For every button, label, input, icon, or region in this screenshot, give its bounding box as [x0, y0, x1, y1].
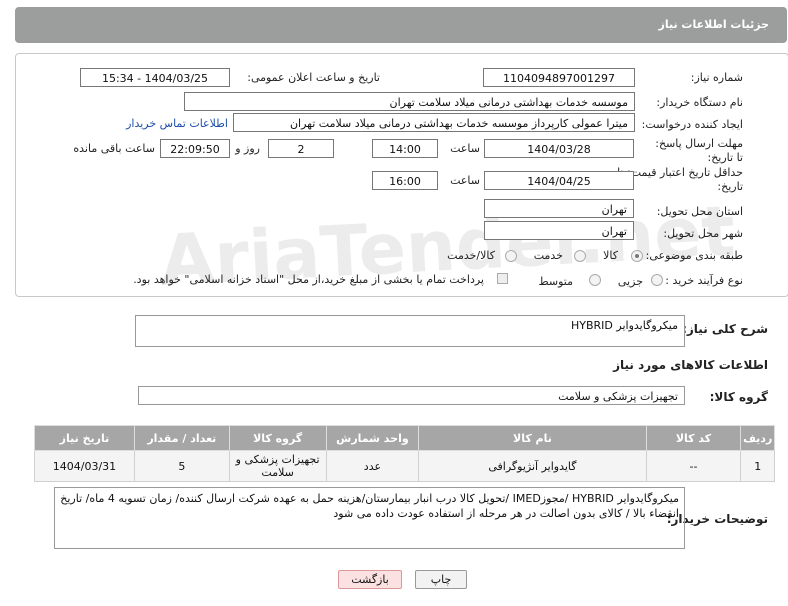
cell-group: تجهیزات پزشکی و سلامت — [228, 450, 327, 482]
goods-table: ردیف کد کالا نام کالا واحد شمارش گروه کا… — [34, 425, 775, 482]
back-button[interactable]: بازگشت — [338, 570, 402, 589]
treasury-payment-checkbox[interactable] — [497, 273, 508, 284]
need-number-field: 1104094897001297 — [483, 68, 635, 87]
page-title: جزئیات اطلاعات نیاز — [658, 18, 770, 31]
deadline-label: مهلت ارسال پاسخ: تا تاریخ: — [655, 137, 743, 164]
province-label: استان محل تحویل: — [656, 205, 743, 218]
table-row: 1 -- گایدوایر آنژیوگرافی عدد تجهیزات پزش… — [34, 450, 775, 482]
cell-name: گایدوایر آنژیوگرافی — [418, 450, 647, 482]
min-price-time-field: 16:00 — [372, 171, 438, 190]
cell-code: -- — [645, 450, 742, 482]
creator-label: ایجاد کننده درخواست: — [641, 118, 743, 131]
days-field: 2 — [268, 139, 334, 158]
announce-label: تاریخ و ساعت اعلان عمومی: — [247, 71, 380, 84]
announce-field: 1404/03/25 - 15:34 — [80, 68, 230, 87]
category-option-service: خدمت — [533, 249, 563, 262]
deadline-date-field: 1404/03/28 — [484, 139, 634, 158]
need-number-label: شماره نیاز: — [690, 71, 743, 84]
goods-group-label: گروه کالا: — [709, 390, 768, 404]
purchase-type-label: نوع فرآیند خرید : — [665, 274, 743, 287]
purchase-option-minor: جزیی — [617, 275, 643, 288]
province-field: تهران — [484, 199, 634, 218]
contact-buyer-link[interactable]: اطلاعات تماس خریدار — [126, 117, 228, 130]
col-qty: تعداد / مقدار — [133, 425, 230, 451]
deadline-time-label: ساعت — [450, 142, 480, 155]
city-field: تهران — [484, 221, 634, 240]
goods-group-field: تجهیزات پزشکی و سلامت — [138, 386, 685, 405]
category-radio-goods-service[interactable] — [505, 250, 517, 262]
print-button[interactable]: چاپ — [415, 570, 467, 589]
col-row: ردیف — [740, 425, 775, 451]
buyer-org-field: موسسه خدمات بهداشتی درمانی میلاد سلامت ت… — [184, 92, 635, 111]
cell-unit: عدد — [325, 450, 420, 482]
category-option-goods-service: کالا/خدمت — [447, 249, 495, 262]
min-price-time-label: ساعت — [450, 174, 480, 187]
description-label: شرح کلی نیاز: — [682, 322, 768, 336]
city-label: شهر محل تحویل: — [663, 227, 743, 240]
category-option-goods: کالا — [603, 249, 618, 262]
buyer-org-label: نام دستگاه خریدار: — [656, 96, 743, 109]
category-radio-goods[interactable] — [631, 250, 643, 262]
cell-row: 1 — [740, 450, 775, 482]
goods-table-header: ردیف کد کالا نام کالا واحد شمارش گروه کا… — [34, 425, 775, 451]
col-code: کد کالا — [645, 425, 742, 451]
page-header: جزئیات اطلاعات نیاز — [15, 7, 787, 43]
deadline-time-field: 14:00 — [372, 139, 438, 158]
remaining-time-field: 22:09:50 — [160, 139, 230, 158]
remaining-label: ساعت باقی مانده — [73, 142, 155, 155]
purchase-option-medium: متوسط — [538, 275, 573, 288]
treasury-payment-note: پرداخت تمام یا بخشی از مبلغ خرید،از محل … — [133, 273, 484, 286]
creator-field: میترا عمولی کارپرداز موسسه خدمات بهداشتی… — [233, 113, 635, 132]
cell-date: 1404/03/31 — [34, 450, 135, 482]
days-label: روز و — [235, 142, 260, 155]
cell-qty: 5 — [133, 450, 230, 482]
purchase-radio-minor[interactable] — [651, 274, 663, 286]
category-radio-service[interactable] — [574, 250, 586, 262]
goods-info-title: اطلاعات کالاهای مورد نیاز — [613, 358, 768, 372]
min-price-date-field: 1404/04/25 — [484, 171, 634, 190]
col-unit: واحد شمارش — [325, 425, 420, 451]
buyer-notes-field: میکروگایدوایر HYBRID /مجوزIMED /تحویل کا… — [54, 487, 685, 549]
purchase-radio-medium[interactable] — [589, 274, 601, 286]
description-field: میکروگایدوایر HYBRID — [135, 315, 685, 347]
col-date: تاریخ نیاز — [34, 425, 135, 451]
col-name: نام کالا — [418, 425, 647, 451]
category-label: طبقه بندی موضوعی: — [645, 249, 743, 262]
col-group: گروه کالا — [228, 425, 327, 451]
